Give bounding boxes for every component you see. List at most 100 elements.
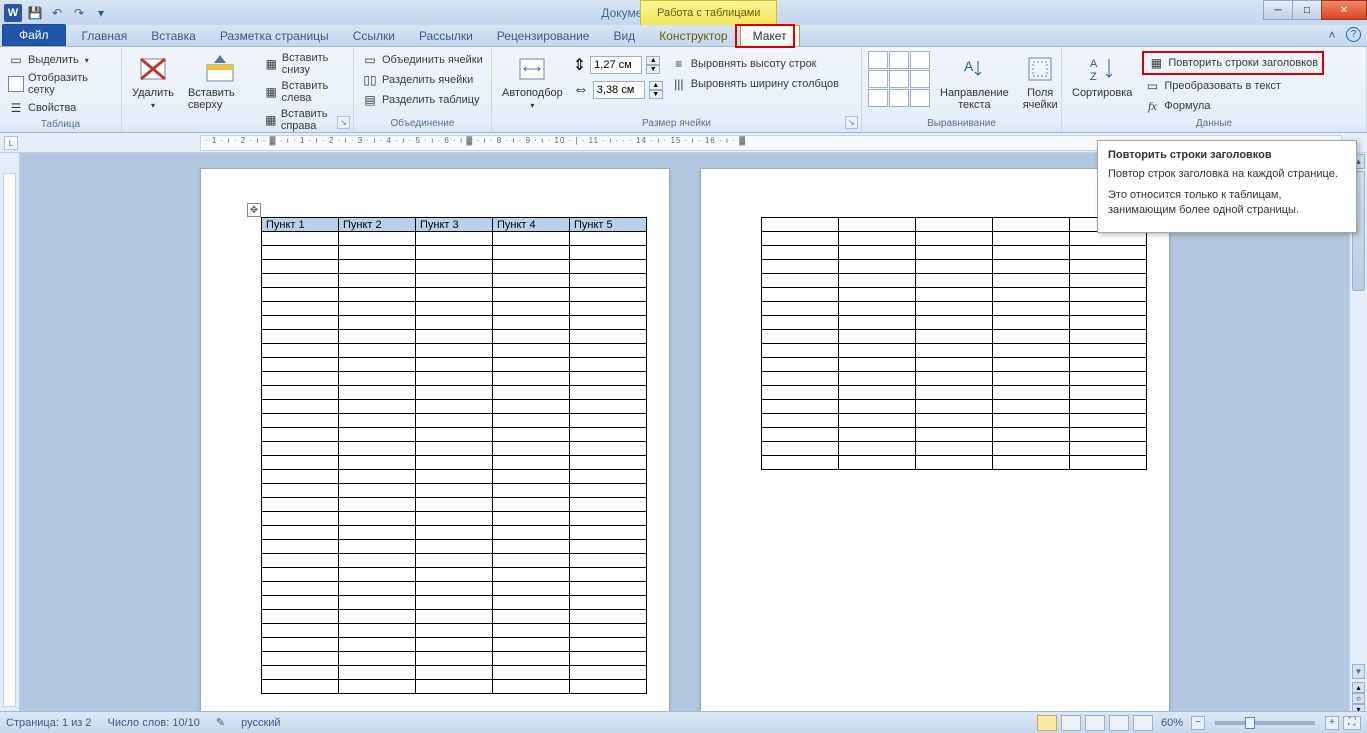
table-cell[interactable] xyxy=(416,344,493,358)
table-cell[interactable] xyxy=(916,386,993,400)
table-cell[interactable] xyxy=(570,274,647,288)
view-outline[interactable] xyxy=(1109,715,1129,731)
table-cell[interactable] xyxy=(262,456,339,470)
table-cell[interactable] xyxy=(916,274,993,288)
table-cell[interactable] xyxy=(993,274,1070,288)
table-cell[interactable] xyxy=(762,316,839,330)
convert-to-text-button[interactable]: ▭Преобразовать в текст xyxy=(1142,77,1324,95)
tab-insert[interactable]: Вставка xyxy=(139,26,208,46)
table-cell[interactable] xyxy=(993,442,1070,456)
table-cell[interactable] xyxy=(416,414,493,428)
table-cell[interactable] xyxy=(916,358,993,372)
table-cell[interactable] xyxy=(416,596,493,610)
table-cell[interactable] xyxy=(493,302,570,316)
table-cell[interactable] xyxy=(493,358,570,372)
table-cell[interactable] xyxy=(1070,386,1147,400)
table-header-cell[interactable]: Пункт 1 xyxy=(262,218,339,232)
table-cell[interactable] xyxy=(416,540,493,554)
table-cell[interactable] xyxy=(339,400,416,414)
minimize-ribbon-icon[interactable]: ˄ xyxy=(1324,27,1340,43)
table-cell[interactable] xyxy=(839,246,916,260)
split-table-button[interactable]: ▤Разделить таблицу xyxy=(360,91,485,109)
tab-mailings[interactable]: Рассылки xyxy=(407,26,485,46)
page-2[interactable] xyxy=(700,168,1170,711)
split-cells-button[interactable]: ▯▯Разделить ячейки xyxy=(360,71,485,89)
table-cell[interactable] xyxy=(339,428,416,442)
status-proofing[interactable]: ✎ xyxy=(216,716,225,729)
table-cell[interactable] xyxy=(416,442,493,456)
zoom-slider[interactable] xyxy=(1215,721,1315,725)
table-cell[interactable] xyxy=(993,232,1070,246)
table-cell[interactable] xyxy=(339,512,416,526)
table-cell[interactable] xyxy=(262,372,339,386)
table-cell[interactable] xyxy=(262,288,339,302)
qat-undo-icon[interactable]: ↶ xyxy=(48,4,66,22)
qat-customize-icon[interactable]: ▾ xyxy=(92,4,110,22)
table-cell[interactable] xyxy=(262,596,339,610)
table-cell[interactable] xyxy=(493,470,570,484)
table-cell[interactable] xyxy=(839,344,916,358)
table-cell[interactable] xyxy=(762,288,839,302)
table-cell[interactable] xyxy=(339,330,416,344)
table-cell[interactable] xyxy=(839,288,916,302)
table-cell[interactable] xyxy=(339,246,416,260)
cellsize-dialog-launcher[interactable]: ↘ xyxy=(845,116,858,129)
zoom-slider-knob[interactable] xyxy=(1245,717,1255,729)
table-cell[interactable] xyxy=(570,302,647,316)
table-cell[interactable] xyxy=(262,260,339,274)
table-cell[interactable] xyxy=(339,274,416,288)
table-cell[interactable] xyxy=(993,358,1070,372)
table-cell[interactable] xyxy=(416,610,493,624)
table-cell[interactable] xyxy=(493,246,570,260)
table-cell[interactable] xyxy=(570,484,647,498)
status-page[interactable]: Страница: 1 из 2 xyxy=(6,717,92,729)
table-cell[interactable] xyxy=(762,456,839,470)
table-cell[interactable] xyxy=(1070,260,1147,274)
table-cell[interactable] xyxy=(916,302,993,316)
sort-button[interactable]: AZ Сортировка xyxy=(1068,51,1136,101)
table-cell[interactable] xyxy=(262,400,339,414)
table-cell[interactable] xyxy=(839,428,916,442)
table-cell[interactable] xyxy=(416,568,493,582)
table-cell[interactable] xyxy=(1070,246,1147,260)
table-cell[interactable] xyxy=(993,456,1070,470)
table-cell[interactable] xyxy=(762,302,839,316)
table-cell[interactable] xyxy=(416,246,493,260)
table-cell[interactable] xyxy=(839,260,916,274)
table-cell[interactable] xyxy=(339,596,416,610)
table-cell[interactable] xyxy=(339,638,416,652)
table-cell[interactable] xyxy=(262,330,339,344)
tab-page-layout[interactable]: Разметка страницы xyxy=(208,26,341,46)
table-cell[interactable] xyxy=(339,302,416,316)
table-cell[interactable] xyxy=(416,358,493,372)
table-cell[interactable] xyxy=(1070,358,1147,372)
properties-button[interactable]: ☰Свойства xyxy=(6,99,115,117)
table-cell[interactable] xyxy=(762,414,839,428)
table-cell[interactable] xyxy=(762,428,839,442)
table-cell[interactable] xyxy=(339,610,416,624)
table-cell[interactable] xyxy=(839,456,916,470)
table-cell[interactable] xyxy=(262,666,339,680)
table-cell[interactable] xyxy=(262,442,339,456)
table-cell[interactable] xyxy=(262,358,339,372)
table-cell[interactable] xyxy=(1070,456,1147,470)
table-cell[interactable] xyxy=(916,428,993,442)
table-cell[interactable] xyxy=(839,232,916,246)
align-tr[interactable] xyxy=(910,51,930,69)
table-cell[interactable] xyxy=(339,680,416,694)
qat-save-icon[interactable]: 💾 xyxy=(26,4,44,22)
table-cell[interactable] xyxy=(493,456,570,470)
table-cell[interactable] xyxy=(916,414,993,428)
table-cell[interactable] xyxy=(416,400,493,414)
table-cell[interactable] xyxy=(493,232,570,246)
table-cell[interactable] xyxy=(570,624,647,638)
table-cell[interactable] xyxy=(262,484,339,498)
table-cell[interactable] xyxy=(262,414,339,428)
view-gridlines-button[interactable]: Отобразить сетку xyxy=(6,71,115,97)
table-cell[interactable] xyxy=(916,456,993,470)
insert-left-button[interactable]: ▦Вставить слева xyxy=(263,79,347,105)
table-cell[interactable] xyxy=(493,288,570,302)
distribute-rows-button[interactable]: ≡Выровнять высоту строк xyxy=(669,55,841,73)
cell-margins-button[interactable]: Поля ячейки xyxy=(1019,51,1062,113)
align-bl[interactable] xyxy=(868,89,888,107)
